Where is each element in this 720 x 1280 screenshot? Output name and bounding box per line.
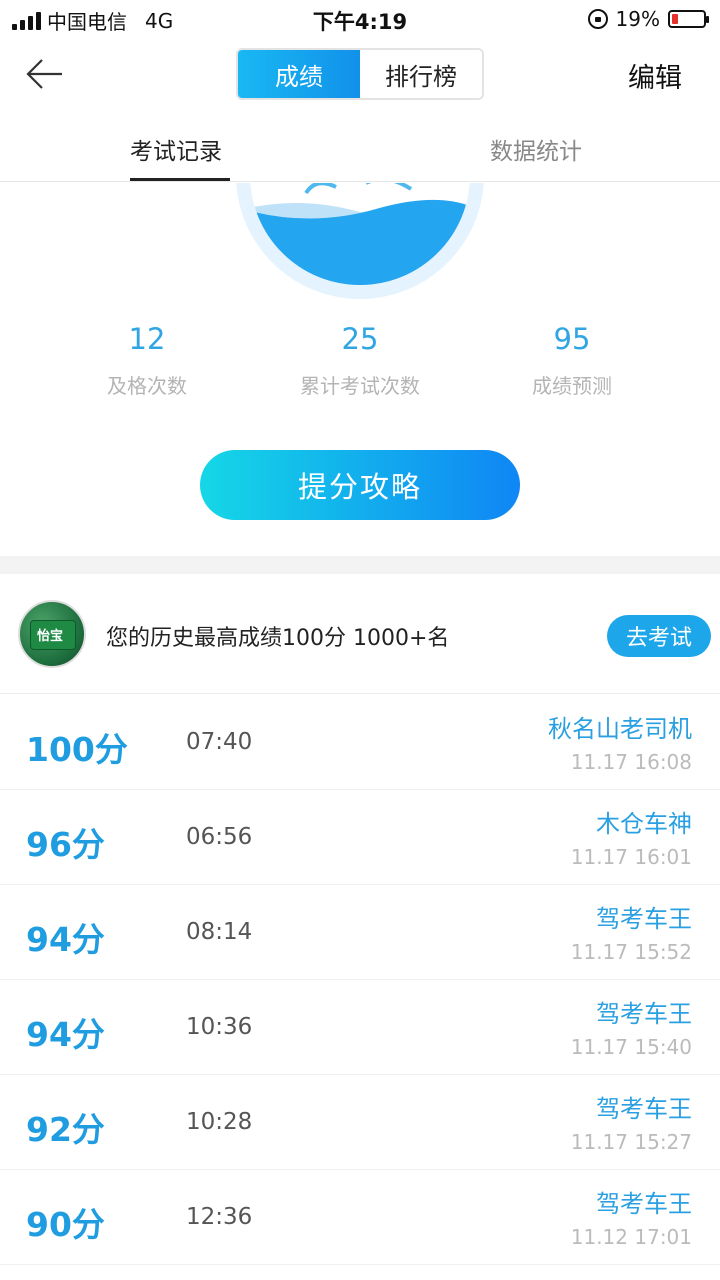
record-score: 94分 [26, 1015, 105, 1054]
stat-value: 95 [553, 322, 591, 356]
record-user[interactable]: 木仓车神 [596, 804, 692, 839]
stat-label: 及格次数 [107, 374, 187, 398]
record-duration: 07:40 [186, 729, 253, 755]
stat-label: 累计考试次数 [300, 374, 420, 398]
list-item[interactable]: 96分 06:56 木仓车神 11.17 16:01 [0, 790, 720, 885]
record-list: 100分 07:40 秋名山老司机 11.17 16:08 96分 06:56 … [0, 695, 720, 1265]
segment-control: 成绩 排行榜 [236, 48, 484, 100]
stat-value: 12 [128, 322, 166, 356]
list-item[interactable]: 94分 08:14 驾考车王 11.17 15:52 [0, 885, 720, 980]
record-duration: 10:28 [186, 1109, 253, 1135]
avatar-text: 怡宝 [37, 629, 64, 644]
status-right: 19% [587, 7, 709, 31]
record-score: 92分 [26, 1110, 105, 1149]
wave-gauge-graphic [236, 183, 484, 299]
stats-row: 12 及格次数 25 累计考试次数 95 成绩预测 [0, 322, 720, 422]
record-time: 11.17 16:08 [570, 750, 692, 774]
record-score: 100分 [26, 730, 128, 769]
rotation-lock-icon [587, 9, 608, 29]
go-exam-button[interactable]: 去考试 [607, 615, 711, 657]
record-duration: 08:14 [186, 919, 253, 945]
record-user[interactable]: 驾考车王 [596, 1184, 692, 1219]
record-time: 11.17 15:40 [570, 1035, 692, 1059]
stat-pass-count: 12 及格次数 [37, 322, 257, 399]
status-bar: 中国电信 4G 下午4:19 19% [0, 0, 720, 38]
avatar[interactable]: 怡宝 [18, 600, 86, 668]
record-score: 94分 [26, 920, 105, 959]
battery-percent: 19% [615, 7, 660, 31]
record-time: 11.17 16:01 [570, 845, 692, 869]
record-user[interactable]: 驾考车王 [596, 994, 692, 1029]
segment-leaderboard[interactable]: 排行榜 [360, 50, 482, 98]
segment-scores[interactable]: 成绩 [238, 50, 360, 98]
tab-underline [130, 178, 230, 181]
score-gauge [236, 183, 484, 301]
arrow-left-icon [26, 59, 62, 89]
avatar-picture: 怡宝 [30, 620, 76, 650]
stat-total-exams: 25 累计考试次数 [250, 322, 470, 399]
list-item[interactable]: 90分 12:36 驾考车王 11.12 17:01 [0, 1170, 720, 1265]
back-button[interactable] [24, 56, 68, 92]
record-user[interactable]: 驾考车王 [596, 899, 692, 934]
stat-label: 成绩预测 [532, 374, 612, 398]
record-score: 90分 [26, 1205, 105, 1244]
tab-bar: 考试记录 数据统计 [0, 112, 720, 182]
list-item[interactable]: 92分 10:28 驾考车王 11.17 15:27 [0, 1075, 720, 1170]
best-score-row: 怡宝 您的历史最高成绩100分 1000+名 去考试 [0, 574, 720, 694]
tab-exam-records[interactable]: 考试记录 [130, 132, 222, 166]
record-user[interactable]: 驾考车王 [596, 1089, 692, 1124]
battery-fill [672, 14, 678, 24]
record-time: 11.17 15:52 [570, 940, 692, 964]
score-tips-button[interactable]: 提分攻略 [200, 450, 520, 520]
record-duration: 12:36 [186, 1204, 253, 1230]
list-item[interactable]: 100分 07:40 秋名山老司机 11.17 16:08 [0, 695, 720, 790]
stat-score-prediction: 95 成绩预测 [462, 322, 682, 399]
best-score-text: 您的历史最高成绩100分 1000+名 [106, 626, 450, 651]
stat-value: 25 [341, 322, 379, 356]
edit-button[interactable]: 编辑 [628, 56, 682, 95]
battery-icon [668, 10, 709, 28]
record-time: 11.17 15:27 [570, 1130, 692, 1154]
record-duration: 10:36 [186, 1014, 253, 1040]
section-divider [0, 556, 720, 574]
header: 成绩 排行榜 编辑 [0, 38, 720, 112]
tab-data-stats[interactable]: 数据统计 [490, 132, 582, 166]
record-duration: 06:56 [186, 824, 253, 850]
record-user[interactable]: 秋名山老司机 [548, 709, 692, 744]
record-time: 11.12 17:01 [570, 1225, 692, 1249]
record-score: 96分 [26, 825, 105, 864]
list-item[interactable]: 94分 10:36 驾考车王 11.17 15:40 [0, 980, 720, 1075]
